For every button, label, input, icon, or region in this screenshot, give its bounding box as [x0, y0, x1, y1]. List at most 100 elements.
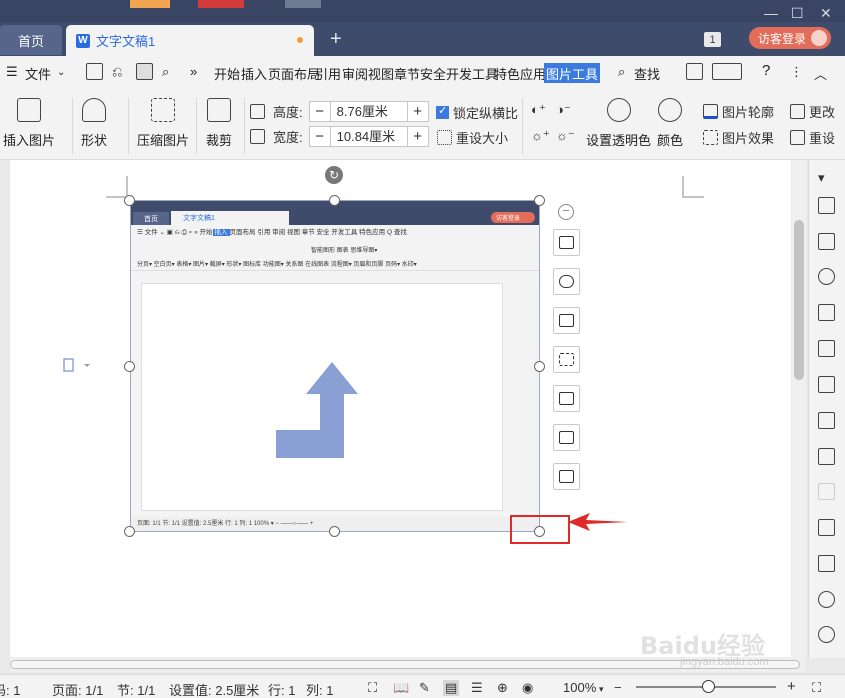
chevron-down-icon[interactable]: ⌄: [57, 67, 65, 78]
read-mode-icon[interactable]: 📖: [393, 680, 409, 696]
reset-picture-button[interactable]: 重设: [790, 128, 835, 147]
insert-picture-button[interactable]: 插入图片: [3, 98, 55, 149]
search-icon[interactable]: ⌕: [618, 64, 625, 80]
section-count[interactable]: 节: 1/1: [117, 680, 155, 698]
zoom-picture-button[interactable]: [553, 268, 580, 295]
brightness-up-icon[interactable]: ◐⁺: [531, 102, 546, 118]
shape-button[interactable]: 形状: [81, 98, 107, 149]
menu-reference[interactable]: 引用: [315, 64, 341, 83]
crop-picture-button[interactable]: [553, 307, 580, 334]
page-count[interactable]: 页面: 1/1: [52, 680, 103, 698]
menu-start[interactable]: 开始: [214, 64, 240, 83]
page-number[interactable]: 页码: 1: [0, 680, 20, 698]
zoom-dropdown-icon[interactable]: ▾: [599, 684, 604, 695]
web-view-icon[interactable]: ⊕: [497, 680, 508, 696]
width-stepper[interactable]: − 10.84厘米 +: [308, 125, 429, 147]
print-icon[interactable]: [136, 63, 153, 80]
menu-developer[interactable]: 开发工具: [446, 64, 498, 83]
menu-search[interactable]: 查找: [634, 64, 660, 83]
picture-icon[interactable]: [818, 412, 835, 429]
menu-review[interactable]: 审阅: [342, 64, 368, 83]
page-view-icon[interactable]: ▤: [443, 680, 460, 696]
outline-view-icon[interactable]: ☰: [471, 680, 483, 696]
fit-page-icon[interactable]: ⛶: [812, 680, 821, 696]
set-transparent-color-button[interactable]: 设置透明色: [586, 98, 651, 149]
picture-effects-button[interactable]: 图片效果: [703, 128, 774, 147]
menu-insert[interactable]: 插入: [241, 64, 267, 83]
picture-adjust-button[interactable]: [553, 346, 580, 373]
menu-special[interactable]: 特色应用: [494, 64, 546, 83]
zoom-slider[interactable]: [636, 680, 776, 693]
hamburger-icon[interactable]: ☰: [6, 64, 18, 80]
share-icon[interactable]: [686, 63, 703, 80]
close-button[interactable]: ✕: [820, 5, 832, 22]
fullscreen-icon[interactable]: ⛶: [368, 680, 377, 696]
menu-more[interactable]: »: [190, 64, 197, 79]
lock-ratio-checkbox[interactable]: 锁定纵横比: [436, 103, 518, 122]
eye-protection-icon[interactable]: ◉: [522, 680, 533, 696]
picture-translate-button[interactable]: [553, 463, 580, 490]
column-indicator[interactable]: 列: 1: [306, 680, 333, 698]
contrast-up-icon[interactable]: ◑⁻: [556, 102, 571, 118]
help-button[interactable]: ?: [762, 62, 770, 79]
resize-handle-tl[interactable]: [124, 195, 135, 206]
format-painter-icon[interactable]: ⎌: [112, 64, 122, 80]
edit-icon[interactable]: [818, 197, 835, 214]
contrast-down-icon[interactable]: ☼⁻: [556, 128, 575, 144]
extract-text-button[interactable]: [553, 385, 580, 412]
setting-value[interactable]: 设置值: 2.5厘米: [169, 680, 259, 698]
height-increase-button[interactable]: +: [408, 103, 428, 120]
login-button[interactable]: 访客登录: [749, 27, 831, 49]
window-count-badge[interactable]: 1: [704, 32, 721, 47]
scrollbar-thumb[interactable]: [794, 220, 804, 380]
collapse-sidebar-icon[interactable]: ▾: [818, 170, 835, 187]
style-icon[interactable]: [818, 304, 835, 321]
picture-outline-button[interactable]: 图片轮廓: [703, 102, 774, 121]
print-preview-icon[interactable]: ⌕: [162, 64, 169, 80]
color-button[interactable]: 颜色: [657, 98, 683, 149]
menu-layout[interactable]: 页面布局: [268, 64, 320, 83]
brightness-down-icon[interactable]: ☼⁺: [531, 128, 550, 144]
new-tab-button[interactable]: +: [330, 28, 342, 50]
menu-chapter[interactable]: 章节: [394, 64, 420, 83]
height-stepper[interactable]: − 8.76厘米 +: [308, 100, 429, 122]
tab-document[interactable]: W 文字文稿1: [66, 25, 314, 56]
menu-security[interactable]: 安全: [420, 64, 446, 83]
width-increase-button[interactable]: +: [408, 128, 428, 145]
vertical-scrollbar[interactable]: [792, 160, 806, 657]
change-picture-button[interactable]: 更改: [790, 102, 835, 121]
more-options-icon[interactable]: ⋮: [790, 64, 803, 80]
menu-file[interactable]: 文件: [25, 64, 51, 83]
history-icon[interactable]: [818, 626, 835, 643]
image-icon[interactable]: [818, 555, 835, 572]
compress-picture-button[interactable]: 压缩图片: [137, 98, 189, 149]
resize-handle-r[interactable]: [534, 361, 545, 372]
zoom-out-button[interactable]: −: [614, 680, 622, 695]
picture-to-text-button[interactable]: [553, 424, 580, 451]
minimize-button[interactable]: —: [764, 5, 778, 21]
select-icon[interactable]: [818, 233, 835, 250]
height-input[interactable]: 8.76厘米: [329, 101, 408, 121]
maximize-button[interactable]: ☐: [791, 5, 804, 22]
collapse-ribbon-icon[interactable]: ︿: [814, 64, 827, 83]
shape-icon[interactable]: [818, 268, 835, 285]
resize-handle-l[interactable]: [124, 361, 135, 372]
resize-handle-b[interactable]: [329, 526, 340, 537]
paragraph-icon[interactable]: [62, 357, 92, 373]
width-decrease-button[interactable]: −: [310, 128, 330, 145]
resize-handle-tr[interactable]: [534, 195, 545, 206]
table-icon[interactable]: [818, 340, 835, 357]
collapse-toolbar-icon[interactable]: −: [558, 204, 574, 220]
shield-icon[interactable]: [818, 591, 835, 608]
rotate-handle-icon[interactable]: ↻: [325, 166, 343, 184]
width-input[interactable]: 10.84厘米: [329, 126, 408, 146]
selected-picture[interactable]: 首页 文字文稿1 访客登录 ☰ 文件 ⌄ ▣ ⎌ ⎙ ⌕ » 开始 插入 页面布局 …: [130, 200, 540, 532]
settings-icon[interactable]: [818, 376, 835, 393]
zoom-slider-knob[interactable]: [702, 680, 715, 693]
row-indicator[interactable]: 行: 1: [268, 680, 295, 698]
menu-view[interactable]: 视图: [368, 64, 394, 83]
collab-icon[interactable]: [712, 63, 742, 80]
tab-home[interactable]: 首页: [0, 25, 62, 55]
reset-size-button[interactable]: 重设大小: [437, 128, 508, 147]
save-icon[interactable]: [86, 63, 103, 80]
